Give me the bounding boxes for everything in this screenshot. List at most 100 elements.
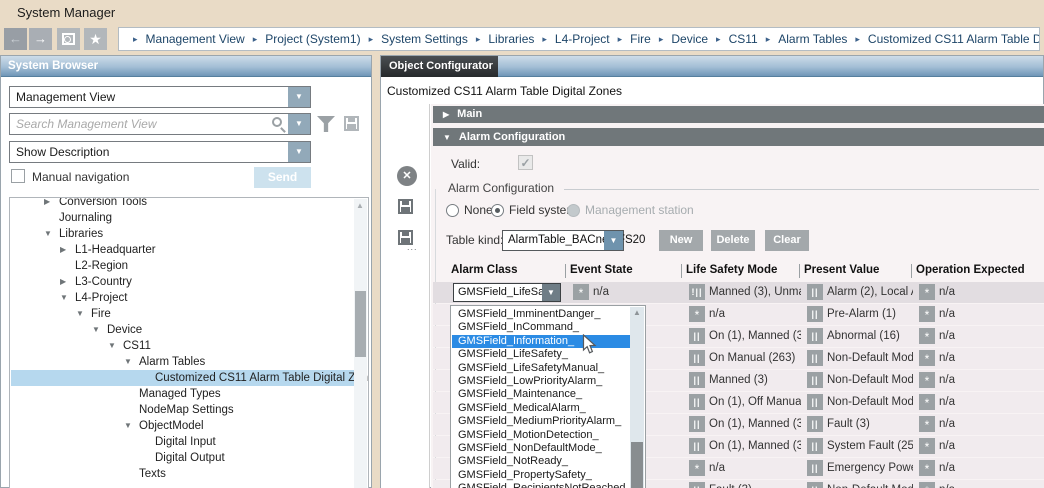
expand-arrow-icon[interactable]: ▶: [44, 197, 50, 210]
tree-item-alarm-tables[interactable]: ▼Alarm Tables: [11, 354, 355, 370]
dropdown-option[interactable]: GMSField_LifeSafety_: [452, 348, 630, 361]
chevron-down-icon[interactable]: ▼: [288, 87, 310, 107]
send-button[interactable]: Send: [254, 167, 311, 188]
tree-item-texts[interactable]: Texts: [11, 466, 355, 482]
cell-life-safety-mode[interactable]: On (1), Off Manual: [709, 392, 801, 413]
cell-life-safety-mode[interactable]: Manned (3), Unma: [709, 282, 801, 303]
cell-operation-expected[interactable]: n/a: [939, 414, 1044, 435]
search-input[interactable]: [10, 114, 268, 134]
cell-present-value[interactable]: System Fault (256): [827, 436, 913, 457]
dropdown-option[interactable]: GMSField_MotionDetection_: [452, 429, 630, 442]
cell-present-value[interactable]: Fault (3): [827, 414, 913, 435]
dropdown-option[interactable]: GMSField_RecipientsNotReached_: [452, 482, 630, 488]
cell-operation-expected[interactable]: n/a: [939, 480, 1044, 488]
cell-event-state[interactable]: n/a: [593, 282, 683, 303]
tree-item-digital-input[interactable]: Digital Input: [11, 434, 355, 450]
collapse-arrow-icon[interactable]: ▼: [124, 354, 132, 370]
breadcrumb-item[interactable]: L4-Project: [555, 32, 610, 46]
cell-present-value[interactable]: Non-Default Mode: [827, 392, 913, 413]
breadcrumb-item[interactable]: Device: [671, 32, 708, 46]
tree-item-nodemap-settings[interactable]: NodeMap Settings: [11, 402, 355, 418]
tree-item-l3-country[interactable]: ▶L3-Country: [11, 274, 355, 290]
dropdown-option[interactable]: GMSField_NonDefaultMode_: [452, 442, 630, 455]
tab-object-configurator[interactable]: Object Configurator: [381, 56, 498, 77]
cell-present-value[interactable]: Abnormal (16): [827, 326, 913, 347]
delete-button[interactable]: Delete: [711, 230, 755, 251]
cell-life-safety-mode[interactable]: On Manual (263): [709, 348, 801, 369]
breadcrumb-item[interactable]: Libraries: [488, 32, 534, 46]
column-header-event-state[interactable]: Event State: [570, 264, 633, 276]
breadcrumb-item[interactable]: Fire: [630, 32, 651, 46]
clear-button[interactable]: Clear: [765, 230, 809, 251]
tree-item-customized-cs11-alarm-table-digital-zones[interactable]: Customized CS11 Alarm Table Digital Zone…: [11, 370, 355, 386]
cell-present-value[interactable]: Non-Default Mode: [827, 370, 913, 391]
alarm-class-combo[interactable]: GMSField_LifeSafe▼: [453, 283, 561, 302]
tree-item-journaling[interactable]: Journaling: [11, 210, 355, 226]
column-header-alarm-class[interactable]: Alarm Class: [451, 264, 517, 276]
search-dropdown-button[interactable]: ▼: [288, 114, 310, 134]
dropdown-option[interactable]: GMSField_Maintenance_: [452, 388, 630, 401]
cell-present-value[interactable]: Non-Default Mode: [827, 480, 913, 488]
collapse-arrow-icon[interactable]: ▼: [124, 418, 132, 434]
breadcrumb-item[interactable]: Management View: [146, 32, 245, 46]
scroll-up-icon[interactable]: ▲: [356, 201, 364, 210]
tree-item-l1-headquarter[interactable]: ▶L1-Headquarter: [11, 242, 355, 258]
dropdown-option[interactable]: GMSField_ImminentDanger_: [452, 308, 630, 321]
cell-life-safety-mode[interactable]: n/a: [709, 304, 801, 325]
expand-arrow-icon[interactable]: ▶: [60, 274, 66, 290]
view-selector-dropdown[interactable]: Management View ▼: [9, 86, 311, 108]
save-filter-icon[interactable]: [344, 116, 359, 131]
tree-item-conversion-tools[interactable]: ▶Conversion Tools: [11, 197, 355, 210]
cell-life-safety-mode[interactable]: n/a: [709, 458, 801, 479]
breadcrumb-item[interactable]: System Settings: [381, 32, 468, 46]
breadcrumb-item[interactable]: Project (System1): [265, 32, 360, 46]
collapse-arrow-icon[interactable]: ▼: [60, 290, 68, 306]
cell-life-safety-mode[interactable]: Fault (3): [709, 480, 801, 488]
dropdown-option[interactable]: GMSField_Information_: [452, 335, 630, 348]
cell-operation-expected[interactable]: n/a: [939, 304, 1044, 325]
dropdown-option[interactable]: GMSField_NotReady_: [452, 455, 630, 468]
cell-present-value[interactable]: Non-Default Mode: [827, 348, 913, 369]
table-kind-dropdown[interactable]: AlarmTable_BACnet_FS20 ▼: [502, 230, 624, 251]
column-header-life-safety-mode[interactable]: Life Safety Mode: [686, 264, 777, 276]
tree-item-managed-types[interactable]: Managed Types: [11, 386, 355, 402]
chevron-down-icon[interactable]: ▼: [542, 284, 560, 301]
dropdown-option[interactable]: GMSField_PropertySafety_: [452, 469, 630, 482]
section-alarm-configuration[interactable]: ▼Alarm Configuration: [433, 128, 1044, 146]
section-main[interactable]: ▶Main: [433, 106, 1044, 123]
cell-present-value[interactable]: Pre-Alarm (1): [827, 304, 913, 325]
column-header-operation-expected[interactable]: Operation Expected: [916, 264, 1025, 276]
cell-present-value[interactable]: Alarm (2), Local Ala: [827, 282, 913, 303]
cell-operation-expected[interactable]: n/a: [939, 458, 1044, 479]
scrollbar-thumb[interactable]: [631, 442, 643, 488]
cell-operation-expected[interactable]: n/a: [939, 370, 1044, 391]
scrollbar-thumb[interactable]: [355, 291, 366, 357]
dropdown-option[interactable]: GMSField_LifeSafetyManual_: [452, 362, 630, 375]
tree-item-digital-output[interactable]: Digital Output: [11, 450, 355, 466]
dropdown-option[interactable]: GMSField_LowPriorityAlarm_: [452, 375, 630, 388]
breadcrumb[interactable]: ▸Management View▸Project (System1)▸Syste…: [118, 27, 1040, 51]
tree-scrollbar[interactable]: ▲: [354, 199, 367, 488]
breadcrumb-item[interactable]: Customized CS11 Alarm Table Digital Zone…: [868, 32, 1040, 46]
cell-operation-expected[interactable]: n/a: [939, 326, 1044, 347]
manual-navigation-checkbox[interactable]: [11, 169, 25, 183]
dropdown-option[interactable]: GMSField_MediumPriorityAlarm_: [452, 415, 630, 428]
chevron-down-icon[interactable]: ▼: [604, 231, 623, 250]
cell-operation-expected[interactable]: n/a: [939, 282, 1044, 303]
breadcrumb-item[interactable]: CS11: [729, 32, 758, 46]
dropdown-option[interactable]: GMSField_InCommand_: [452, 321, 630, 334]
favorites-button[interactable]: ★: [84, 28, 107, 50]
cell-life-safety-mode[interactable]: On (1), Manned (3): [709, 436, 801, 457]
tree-item-objectmodel[interactable]: ▼ObjectModel: [11, 418, 355, 434]
dropdown-scrollbar[interactable]: ▲: [630, 307, 644, 488]
filter-icon[interactable]: [317, 116, 335, 132]
cell-operation-expected[interactable]: n/a: [939, 348, 1044, 369]
cell-present-value[interactable]: Emergency Power: [827, 458, 913, 479]
tree-item-cs11[interactable]: ▼CS11: [11, 338, 355, 354]
history-button[interactable]: [57, 28, 80, 50]
tree-item-fire[interactable]: ▼Fire: [11, 306, 355, 322]
forward-button[interactable]: →: [29, 28, 52, 50]
chevron-down-icon[interactable]: ▼: [288, 142, 310, 162]
cell-operation-expected[interactable]: n/a: [939, 436, 1044, 457]
collapse-arrow-icon[interactable]: ▼: [108, 338, 116, 354]
